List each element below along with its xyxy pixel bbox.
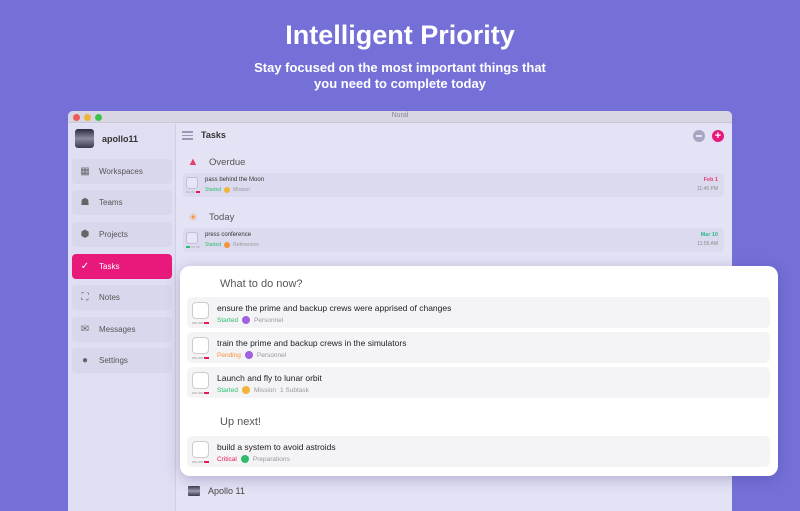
menu-icon[interactable] [182, 131, 193, 142]
sun-icon: ☀ [188, 212, 198, 224]
mail-icon: ✉ [80, 324, 90, 335]
sidebar-item-projects[interactable]: ⬢ Projects [72, 222, 172, 247]
priority-indicator [192, 322, 209, 324]
project-cube-icon [244, 351, 253, 359]
task-project: Personnel [253, 316, 284, 324]
sidebar-item-label: Teams [99, 198, 123, 207]
card-task-row[interactable]: train the prime and backup crews in the … [187, 332, 770, 363]
warning-icon: ▲ [187, 156, 199, 168]
task-status: Started [217, 386, 238, 394]
task-row[interactable]: pass behind the Moon Started Mission Feb… [183, 173, 724, 197]
sidebar-item-tasks[interactable]: ✓ Tasks [72, 254, 172, 279]
task-date: Feb 1 [703, 177, 718, 183]
task-checkbox[interactable] [192, 372, 209, 389]
collapse-button[interactable] [693, 130, 705, 142]
card-task-row[interactable]: ensure the prime and backup crews were a… [187, 297, 770, 328]
sidebar-item-workspaces[interactable]: ▦ Workspaces [72, 159, 172, 184]
sidebar-item-label: Settings [99, 356, 128, 365]
next-heading: Up next! [220, 416, 261, 428]
task-date: Mar 10 [700, 232, 718, 238]
sidebar-item-label: Projects [99, 230, 128, 239]
section-today: ☀ Today [187, 211, 234, 224]
user-name: apollo11 [102, 133, 139, 144]
priority-indicator [186, 246, 200, 248]
hero-title: Intelligent Priority [285, 20, 515, 50]
project-cube-icon [240, 455, 249, 463]
task-title: train the prime and backup crews in the … [217, 338, 407, 348]
priority-indicator [192, 461, 209, 463]
task-meta: Started Mission 1 Subtask [217, 386, 309, 394]
task-checkbox[interactable] [192, 441, 209, 458]
avatar [75, 129, 94, 148]
task-title: Launch and fly to lunar orbit [217, 373, 322, 383]
task-project: References [233, 242, 259, 248]
task-project: Personnel [256, 351, 287, 359]
title-bar: Nural [68, 111, 732, 123]
task-title: press conference [205, 232, 252, 238]
grid-icon: ▦ [80, 166, 90, 177]
project-cube-icon [224, 242, 231, 248]
more-icon: ● [81, 355, 89, 366]
card-task-row[interactable]: Launch and fly to lunar orbit Started Mi… [187, 367, 770, 398]
task-status: Critical [217, 455, 237, 463]
hero-subtitle: Stay focused on the most important thing… [254, 60, 546, 91]
task-checkbox[interactable] [186, 177, 198, 189]
now-heading: What to do now? [220, 278, 303, 290]
user-profile[interactable]: apollo11 [75, 129, 138, 148]
sidebar-item-label: Messages [99, 325, 136, 334]
priority-indicator [192, 392, 209, 394]
page-title: Tasks [201, 130, 226, 140]
priority-card: What to do now? ensure the prime and bac… [180, 266, 778, 476]
task-status: Started [217, 316, 238, 324]
task-meta: Started References [205, 242, 259, 248]
sidebar: apollo11 ▦ Workspaces ☗ Teams ⬢ Projects… [68, 124, 176, 511]
section-label: Overdue [209, 156, 246, 168]
sidebar-item-teams[interactable]: ☗ Teams [72, 190, 172, 215]
sidebar-item-messages[interactable]: ✉ Messages [72, 317, 172, 342]
task-checkbox[interactable] [192, 337, 209, 354]
task-checkbox[interactable] [192, 302, 209, 319]
team-icon: ☗ [80, 197, 90, 208]
window-title: Nural [391, 112, 409, 119]
sidebar-item-notes[interactable]: ⛶ Notes [72, 285, 172, 310]
sidebar-item-label: Tasks [99, 262, 120, 271]
project-cube-icon [224, 187, 231, 193]
task-time: 11:45 PM [696, 186, 718, 192]
task-project: Preparations [252, 455, 290, 463]
sidebar-item-label: Workspaces [99, 167, 143, 176]
project-header[interactable]: Apollo 11 [188, 486, 245, 496]
notes-icon: ⛶ [81, 292, 89, 303]
task-title: pass behind the Moon [205, 177, 265, 183]
project-cube-icon [241, 316, 250, 324]
task-checkbox[interactable] [186, 232, 198, 244]
subtask-count: 1 Subtask [280, 386, 309, 394]
task-meta: Started Personnel [217, 316, 283, 324]
task-meta: Pending Personnel [217, 351, 286, 359]
sidebar-item-label: Notes [99, 293, 120, 302]
add-task-button[interactable]: + [712, 130, 724, 142]
cube-icon: ⬢ [80, 229, 90, 240]
task-status: Pending [217, 351, 241, 359]
check-icon: ✓ [80, 261, 90, 272]
task-row[interactable]: press conference Started References Mar … [183, 228, 724, 252]
task-project: Mission [233, 187, 251, 193]
project-avatar [188, 486, 200, 496]
task-time: 11:55 AM [697, 241, 718, 247]
card-task-row[interactable]: build a system to avoid astroids Critica… [187, 436, 770, 467]
priority-indicator [186, 191, 200, 193]
task-meta: Started Mission [205, 187, 250, 193]
task-project: Mission [253, 386, 277, 394]
task-status: Started [205, 242, 222, 248]
priority-indicator [192, 357, 209, 359]
project-name: Apollo 11 [208, 486, 245, 496]
task-status: Started [205, 187, 222, 193]
task-meta: Critical Preparations [217, 455, 290, 463]
task-title: build a system to avoid astroids [217, 442, 336, 452]
task-title: ensure the prime and backup crews were a… [217, 303, 452, 313]
section-label: Today [209, 212, 235, 223]
sidebar-item-settings[interactable]: ● Settings [72, 348, 172, 373]
section-overdue: ▲ Overdue [187, 156, 246, 168]
project-cube-icon [241, 386, 250, 394]
